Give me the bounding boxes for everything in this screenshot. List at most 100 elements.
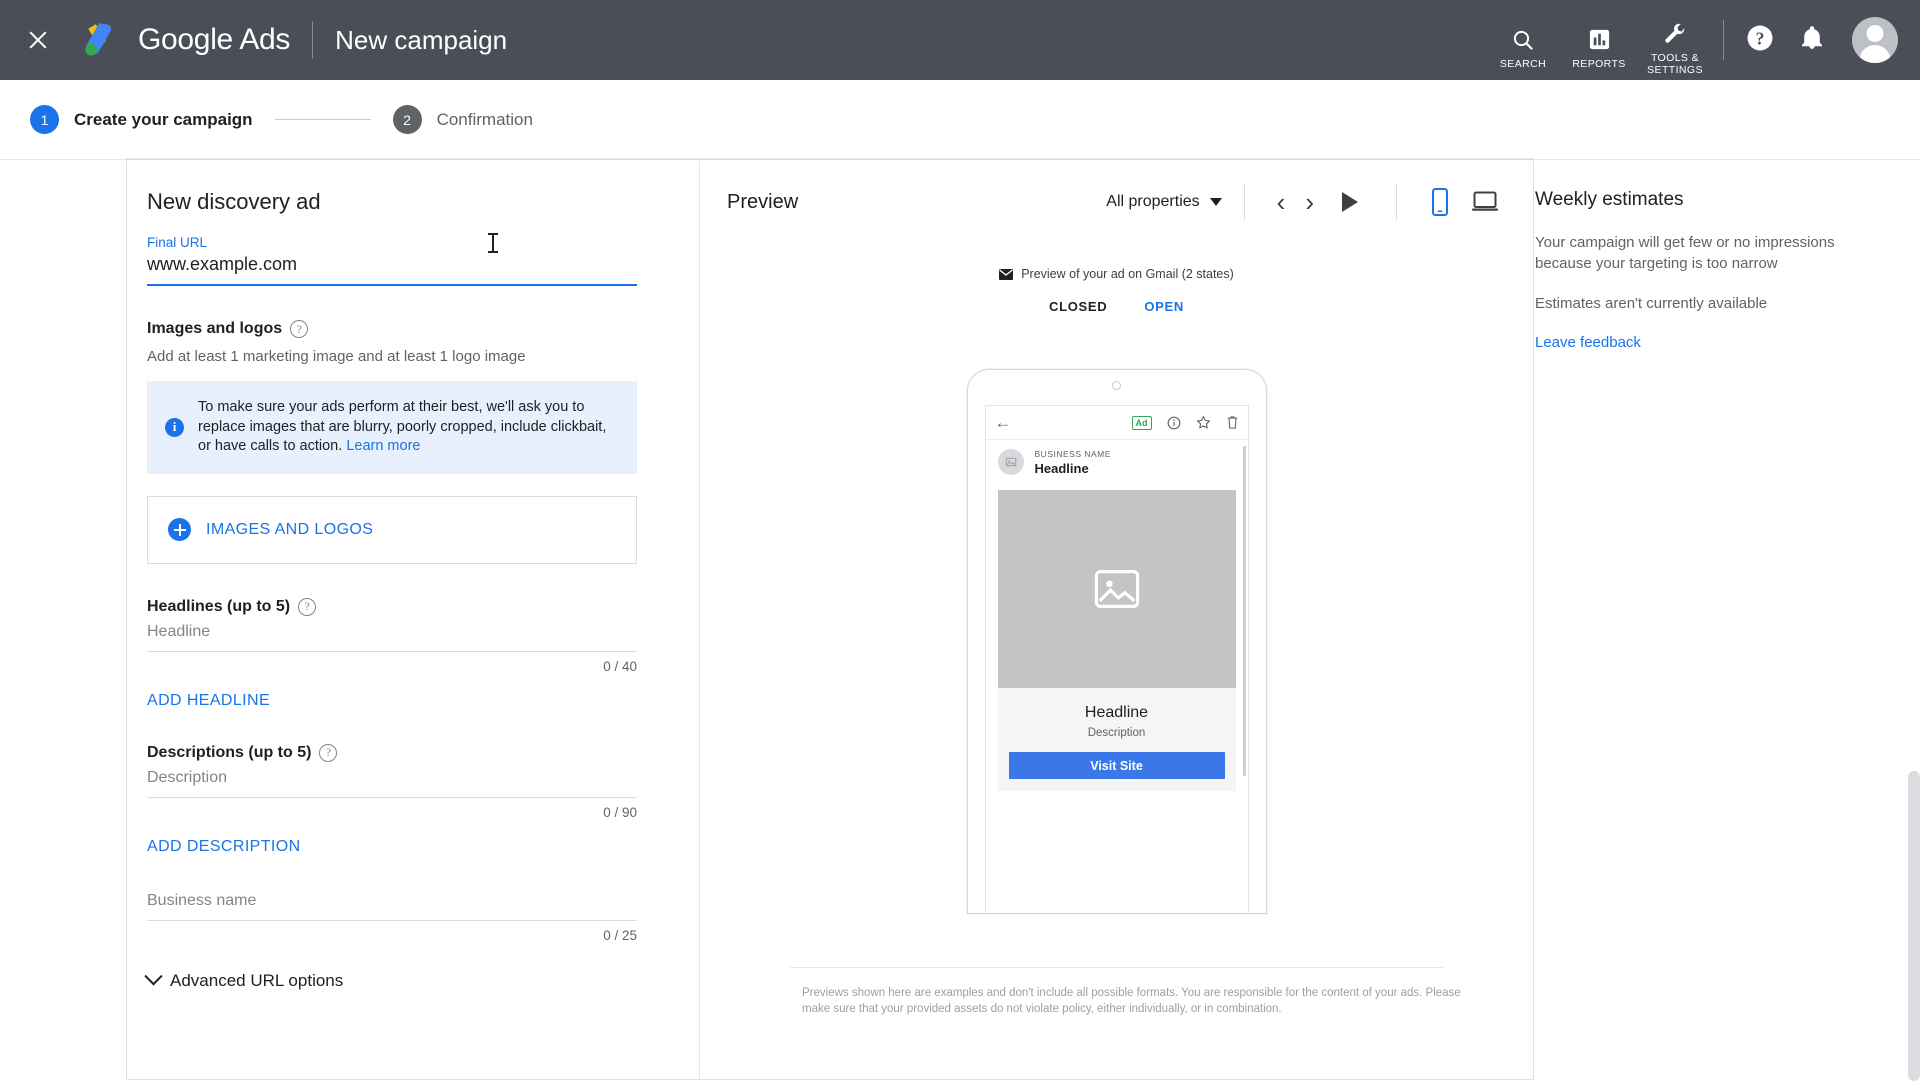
headlines-label: Headlines (up to 5) (147, 597, 291, 615)
image-quality-banner: i To make sure your ads perform at their… (147, 381, 637, 474)
chevron-right-icon[interactable]: › (1295, 189, 1324, 215)
properties-select-value: All properties (1106, 193, 1200, 210)
image-placeholder-icon (1094, 570, 1139, 608)
leave-feedback-link[interactable]: Leave feedback (1535, 334, 1641, 351)
add-images-label: IMAGES AND LOGOS (206, 520, 374, 538)
tools-settings-label: TOOLS & SETTINGS (1647, 51, 1703, 76)
toolbar-divider (1243, 184, 1245, 220)
add-headline-button[interactable]: ADD HEADLINE (147, 692, 270, 710)
close-icon[interactable] (23, 25, 53, 55)
info-circle-icon[interactable] (1167, 416, 1181, 430)
weekly-estimates-panel: Weekly estimates Your campaign will get … (1535, 161, 1920, 352)
phone-speaker-icon (1112, 381, 1121, 390)
description-input[interactable]: Description (147, 769, 637, 798)
preview-headline-top: Headline (1034, 461, 1089, 476)
images-help-icon[interactable]: ? (290, 320, 309, 338)
headlines-header: Headlines (up to 5) ? (147, 597, 699, 616)
banner-text: To make sure your ads perform at their b… (198, 399, 607, 454)
wrench-icon (1663, 21, 1687, 47)
step-number: 2 (392, 105, 422, 134)
preview-hero-image (997, 490, 1236, 688)
back-arrow-icon[interactable]: ← (995, 414, 1012, 431)
final-url-value: www.example.com (147, 254, 298, 274)
descriptions-help-icon[interactable]: ? (319, 743, 338, 762)
play-icon[interactable] (1342, 192, 1358, 212)
properties-select[interactable]: All properties (1106, 193, 1222, 211)
preview-toolbar: Preview All properties ‹ › (700, 171, 1533, 233)
avatar[interactable] (1852, 17, 1898, 63)
estimates-title: Weekly estimates (1535, 189, 1684, 210)
mobile-device-icon[interactable] (1429, 188, 1451, 216)
images-section-title: Images and logos (147, 320, 283, 337)
preview-state-tabs: CLOSED OPEN (700, 299, 1533, 314)
learn-more-link[interactable]: Learn more (346, 438, 420, 454)
left-rail (106, 161, 126, 1080)
state-tab-open[interactable]: OPEN (1144, 299, 1184, 314)
business-name-field[interactable]: Business name ? (147, 888, 719, 921)
step-number: 1 (30, 105, 59, 134)
help-icon: ? (1745, 23, 1775, 58)
step-label: Confirmation (436, 109, 533, 129)
headline-placeholder: Headline (147, 623, 637, 652)
ad-form-pane: New discovery ad Final URL www.example.c… (127, 161, 719, 1079)
search-icon (1511, 27, 1535, 53)
description-counter: 0 / 90 (603, 804, 637, 820)
search-label: SEARCH (1499, 57, 1547, 70)
trash-icon[interactable] (1226, 415, 1239, 430)
google-ads-logo-icon (85, 23, 112, 56)
preview-footer-divider (790, 967, 1443, 968)
add-description-button[interactable]: ADD DESCRIPTION (147, 838, 301, 856)
descriptions-header: Descriptions (up to 5) ? (147, 743, 699, 762)
top-bar-actions: SEARCH REPORTS TOOLS & SETTINGS ? (1485, 0, 1920, 80)
preview-description: Description (1087, 727, 1146, 739)
envelope-icon (999, 268, 1014, 280)
estimates-message: Your campaign will get few or no impress… (1535, 234, 1835, 272)
step-label: Create your campaign (74, 109, 253, 129)
search-button[interactable]: SEARCH (1485, 0, 1561, 80)
reports-icon (1588, 27, 1611, 53)
gmail-preview-note: Preview of your ad on Gmail (2 states) (700, 267, 1533, 281)
final-url-field[interactable]: www.example.com ? (147, 254, 719, 286)
mail-toolbar: ← Ad (985, 406, 1248, 440)
reports-label: REPORTS (1572, 57, 1626, 70)
step-confirmation[interactable]: 2 Confirmation (392, 105, 533, 134)
preview-pane: Preview All properties ‹ › Preview of yo… (699, 161, 1533, 1079)
star-icon[interactable] (1196, 415, 1211, 430)
preview-disclaimer: Previews shown here are examples and don… (802, 987, 1461, 1015)
phone-screen: ← Ad BUSINESS NAME Headline Headline Des… (984, 405, 1249, 913)
preview-scrollbar[interactable] (1242, 446, 1246, 776)
notifications-button[interactable] (1786, 14, 1838, 66)
advanced-url-options-label: Advanced URL options (170, 970, 344, 990)
brand-name: Google Ads (138, 23, 291, 56)
actions-divider (1723, 20, 1724, 60)
state-tab-closed[interactable]: CLOSED (1049, 299, 1107, 314)
page-scrollbar[interactable] (1908, 771, 1920, 1081)
help-button[interactable]: ? (1734, 14, 1786, 66)
advanced-url-options-toggle[interactable]: Advanced URL options (144, 967, 699, 991)
step-connector (274, 119, 371, 120)
preview-business-name: BUSINESS NAME (1034, 449, 1111, 459)
headlines-help-icon[interactable]: ? (298, 597, 317, 616)
tools-settings-button[interactable]: TOOLS & SETTINGS (1637, 0, 1713, 80)
reports-button[interactable]: REPORTS (1561, 0, 1637, 80)
chevron-down-icon (1209, 198, 1222, 206)
phone-mockup: ← Ad BUSINESS NAME Headline Headline Des… (966, 369, 1267, 914)
final-url-label: Final URL (147, 235, 208, 250)
business-name-placeholder: Business name (147, 892, 637, 921)
bell-icon (1799, 25, 1825, 56)
toolbar-divider-2 (1396, 184, 1397, 220)
form-title: New discovery ad (147, 189, 321, 214)
plus-circle-icon (168, 518, 191, 541)
gmail-note-text: Preview of your ad on Gmail (2 states) (1021, 267, 1234, 281)
step-create-campaign[interactable]: 1 Create your campaign (30, 105, 253, 134)
desktop-device-icon[interactable] (1471, 189, 1499, 215)
headline-input[interactable]: Headline (147, 623, 637, 652)
visit-site-button[interactable]: Visit Site (1008, 752, 1225, 779)
descriptions-label: Descriptions (up to 5) (147, 743, 312, 761)
campaign-stepper: 1 Create your campaign 2 Confirmation (0, 80, 1920, 160)
chevron-left-icon[interactable]: ‹ (1267, 189, 1296, 215)
add-images-and-logos-button[interactable]: IMAGES AND LOGOS (147, 495, 637, 564)
images-section-subtitle: Add at least 1 marketing image and at le… (147, 348, 526, 365)
preview-headline: Headline (1084, 704, 1149, 721)
ad-badge: Ad (1131, 415, 1152, 430)
